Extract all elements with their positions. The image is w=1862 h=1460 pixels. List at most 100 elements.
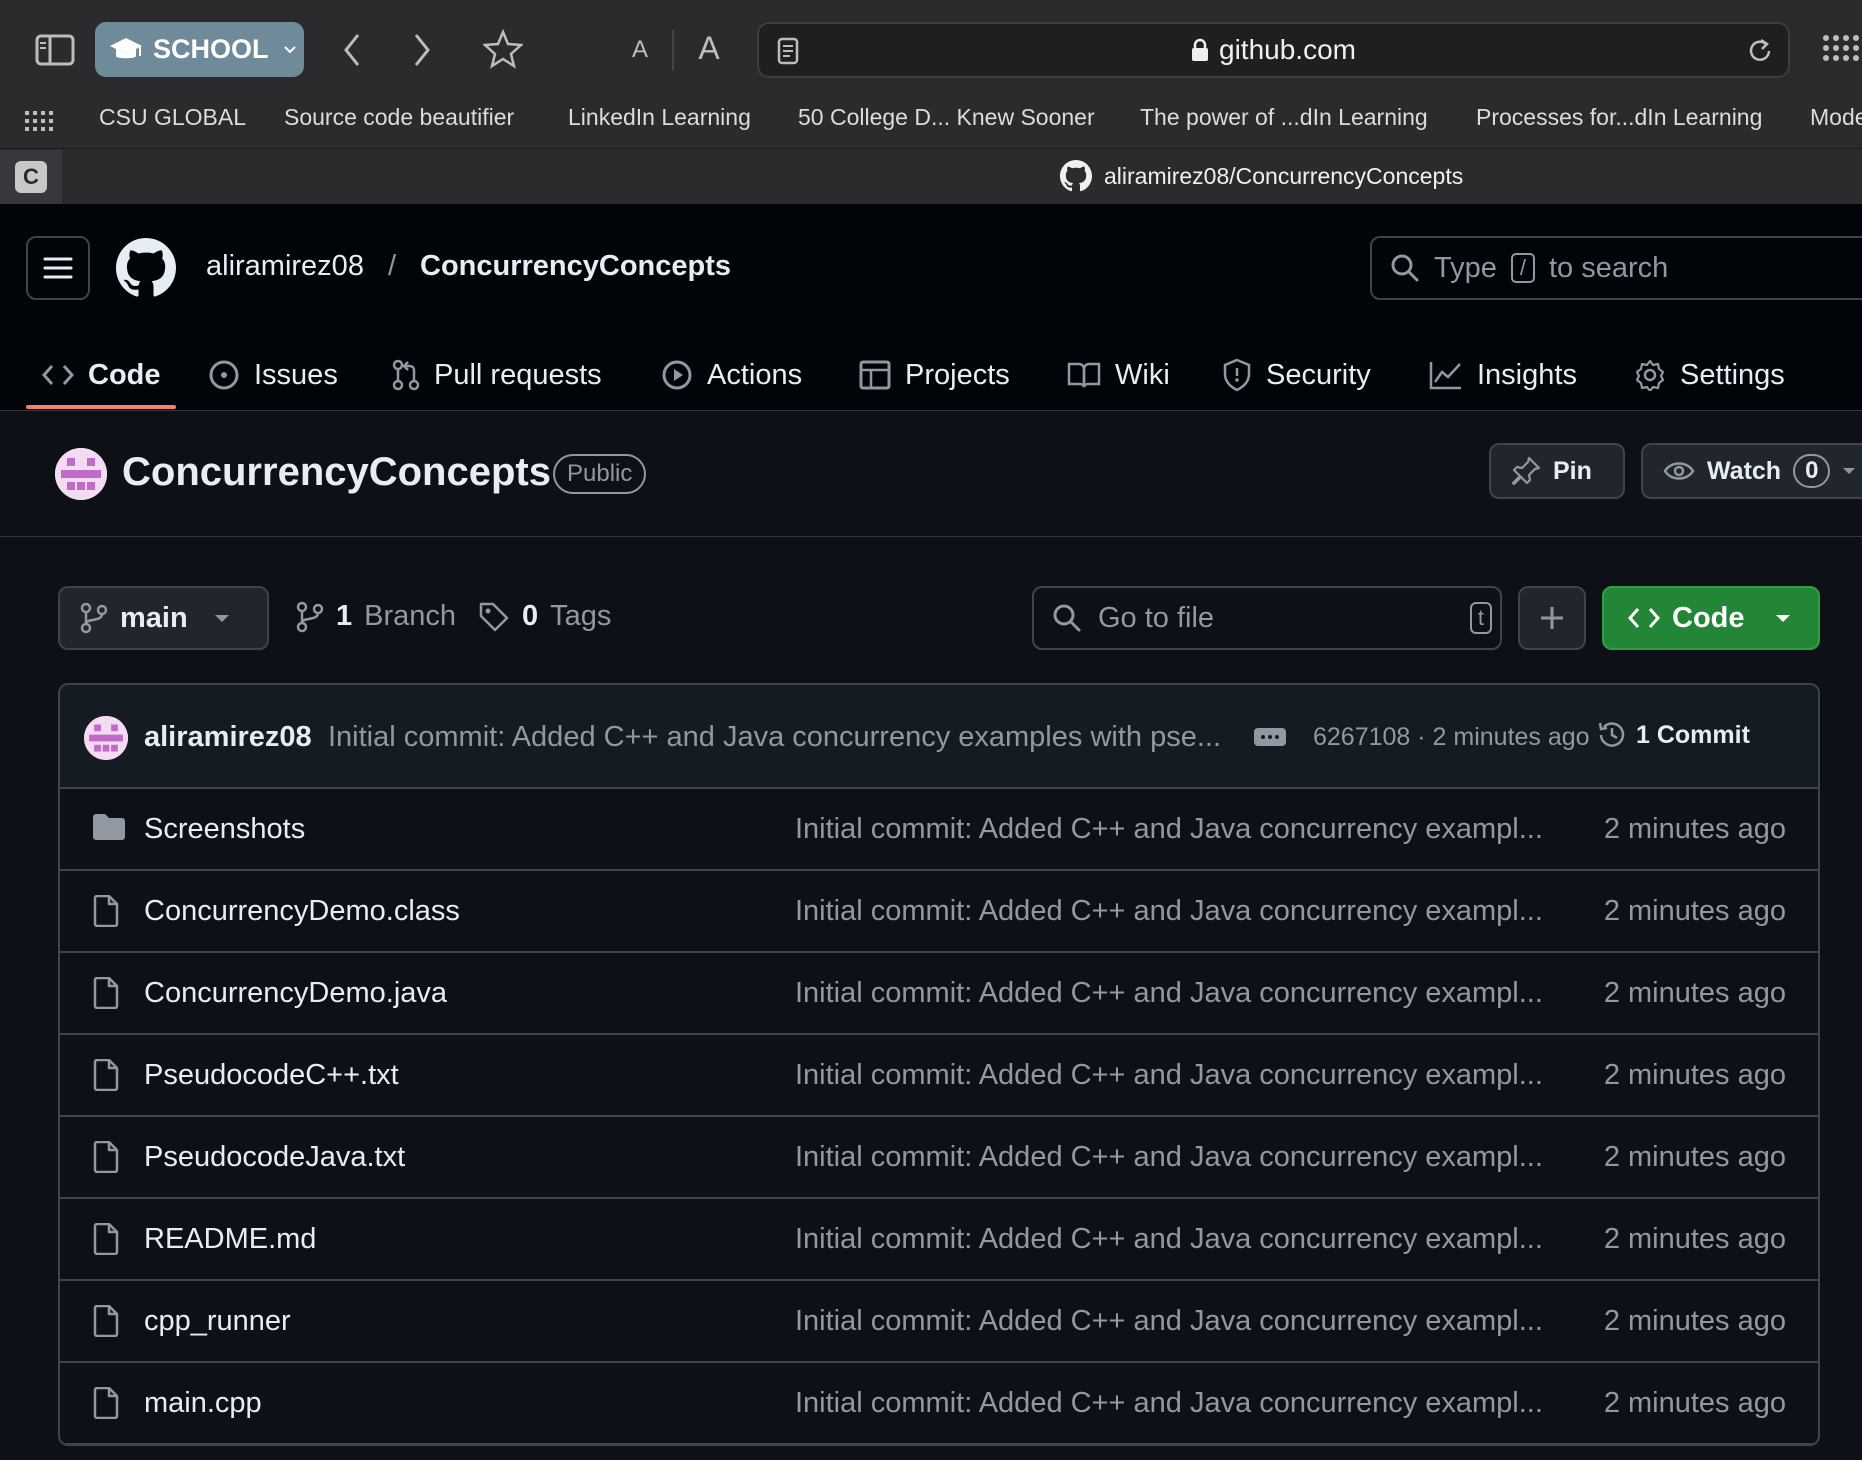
tab-pull-requests[interactable]: Pull requests [392,340,602,410]
file-name-link[interactable]: Screenshots [144,813,305,846]
table-row[interactable]: Screenshots Initial commit: Added C++ and… [60,789,1818,871]
table-row[interactable]: cpp_runner Initial commit: Added C++ and … [60,1281,1818,1363]
active-tab[interactable]: aliramirez08/ConcurrencyConcepts [1060,160,1463,192]
file-commit-message-link[interactable]: Initial commit: Added C++ and Java concu… [795,813,1543,846]
bookmark-item[interactable]: The power of ...dIn Learning [1140,104,1428,131]
search-input[interactable]: Type / to search [1370,236,1862,300]
tag-count-word: Tags [550,600,612,632]
code-button[interactable]: Code [1602,586,1820,650]
bookmark-item[interactable]: LinkedIn Learning [568,104,751,131]
file-commit-message-link[interactable]: Initial commit: Added C++ and Java concu… [795,977,1543,1010]
file-commit-message-link[interactable]: Initial commit: Added C++ and Java concu… [795,895,1543,928]
watch-button[interactable]: Watch 0 [1641,443,1862,499]
file-name-link[interactable]: PseudocodeC++.txt [144,1059,399,1092]
file-icon [92,1223,120,1255]
file-icon [92,895,120,927]
file-name-link[interactable]: main.cpp [144,1387,262,1420]
breadcrumb-owner-link[interactable]: aliramirez08 [206,250,364,283]
tab-settings[interactable]: Settings [1634,340,1785,410]
commit-meta[interactable]: 6267108 · 2 minutes ago [1313,723,1590,752]
add-file-button[interactable] [1518,586,1586,650]
file-commit-time: 2 minutes ago [1603,1387,1786,1419]
commit-count-label: 1 Commit [1636,720,1750,749]
github-logo-icon[interactable] [114,236,178,300]
bookmark-item[interactable]: Source code beautifier [284,104,514,131]
pin-label: Pin [1553,456,1592,485]
bookmark-item[interactable]: 50 College D... Knew Sooner [798,104,1095,131]
file-name-link[interactable]: PseudocodeJava.txt [144,1141,405,1174]
bookmark-item[interactable]: Mode [1810,104,1862,131]
branches-link[interactable]: 1 Branch [296,600,456,633]
pin-button[interactable]: Pin [1489,443,1625,499]
file-commit-message-link[interactable]: Initial commit: Added C++ and Java concu… [795,1387,1543,1420]
breadcrumb-repo-link[interactable]: ConcurrencyConcepts [420,250,731,283]
ellipsis-icon[interactable] [1254,728,1286,746]
go-to-file-shortcut-key: t [1469,602,1492,634]
file-name-link[interactable]: README.md [144,1223,316,1256]
avatar[interactable] [55,448,107,500]
apps-grid-icon[interactable] [1820,32,1860,72]
table-row[interactable]: README.md Initial commit: Added C++ and J… [60,1199,1818,1281]
back-icon[interactable] [338,30,366,70]
file-name-link[interactable]: ConcurrencyDemo.class [144,895,460,928]
file-commit-message-link[interactable]: Initial commit: Added C++ and Java concu… [795,1059,1543,1092]
tab-code[interactable]: Code [42,340,161,410]
commit-history-link[interactable]: 1 Commit [1596,719,1750,751]
tab-issues[interactable]: Issues [208,340,338,410]
avatar[interactable] [84,716,128,760]
tab-insights[interactable]: Insights [1429,340,1577,410]
tab-security[interactable]: Security [1222,340,1371,410]
profile-switcher[interactable]: SCHOOL [95,22,304,77]
branch-count-word: Branch [364,600,457,632]
file-commit-time: 2 minutes ago [1603,1141,1786,1173]
table-row[interactable]: ConcurrencyDemo.java Initial commit: Adde… [60,953,1818,1035]
table-row[interactable]: main.cpp Initial commit: Added C++ and Ja… [60,1363,1818,1444]
play-icon [661,359,693,391]
github-favicon-icon [1060,160,1092,192]
forward-icon[interactable] [408,30,436,70]
commit-message-link[interactable]: Initial commit: Added C++ and Java concu… [328,721,1221,754]
table-row[interactable]: ConcurrencyDemo.class Initial commit: Add… [60,871,1818,953]
go-to-file-input[interactable]: Go to file t [1032,586,1502,650]
table-row[interactable]: PseudocodeC++.txt Initial commit: Added C… [60,1035,1818,1117]
menu-button[interactable] [26,236,90,300]
commit-author-link[interactable]: aliramirez08 [144,721,312,754]
history-icon [1596,719,1628,751]
tab-wiki[interactable]: Wiki [1067,340,1170,410]
pinned-tab[interactable]: C [0,150,62,204]
address-bar[interactable]: github.com [757,22,1790,78]
search-icon [1390,253,1420,283]
bookmark-item[interactable]: Processes for...dIn Learning [1476,104,1762,131]
branch-name: main [120,601,188,634]
file-commit-message-link[interactable]: Initial commit: Added C++ and Java concu… [795,1141,1543,1174]
chevron-down-icon [283,45,297,55]
file-name-link[interactable]: ConcurrencyDemo.java [144,977,447,1010]
tab-projects[interactable]: Projects [859,340,1010,410]
repo-title[interactable]: ConcurrencyConcepts [122,450,551,495]
url-text: github.com [1219,34,1356,65]
file-name-link[interactable]: cpp_runner [144,1305,291,1338]
watch-label: Watch [1707,456,1782,485]
reload-icon[interactable] [1746,36,1774,66]
bookmark-item[interactable]: CSU GLOBAL [99,104,246,131]
tab-label: Settings [1680,358,1785,391]
file-commit-message-link[interactable]: Initial commit: Added C++ and Java concu… [795,1305,1543,1338]
file-commit-time: 2 minutes ago [1603,895,1786,927]
file-commit-message-link[interactable]: Initial commit: Added C++ and Java concu… [795,1223,1543,1256]
hamburger-icon [43,257,73,279]
font-increase-button[interactable]: A [694,28,724,68]
search-suffix: to search [1549,251,1669,284]
branch-selector[interactable]: main [58,586,269,650]
table-row[interactable]: PseudocodeJava.txt Initial commit: Added … [60,1117,1818,1199]
bookmarks-grid-icon[interactable] [24,106,54,136]
tab-actions[interactable]: Actions [661,340,802,410]
sidebar-toggle-icon[interactable] [34,32,76,68]
tags-link[interactable]: 0 Tags [478,600,611,633]
file-icon [92,1059,120,1091]
tab-label: Security [1266,358,1371,391]
pin-icon [1511,456,1541,486]
bookmark-star-icon[interactable] [482,28,524,70]
font-decrease-button[interactable]: A [628,32,652,68]
code-icon [1628,606,1660,630]
search-icon [1052,603,1082,633]
